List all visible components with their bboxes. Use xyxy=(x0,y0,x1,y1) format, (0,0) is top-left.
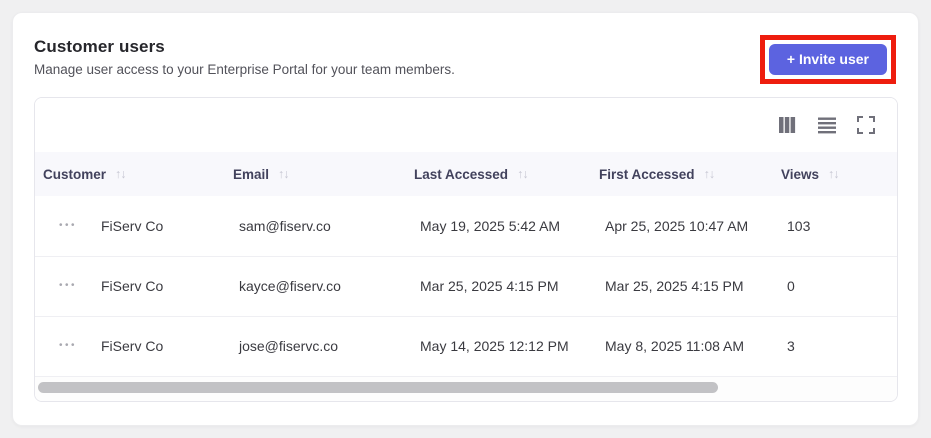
views-cell: 103 xyxy=(773,196,897,257)
sort-icon[interactable]: ↑↓ xyxy=(704,167,715,181)
last-accessed-cell: Mar 25, 2025 4:15 PM xyxy=(406,256,591,317)
email-cell: sam@fiserv.co xyxy=(225,196,406,257)
customer-users-table: Customer ↑↓ Email ↑↓ Last Accessed ↑↓ First… xyxy=(35,152,897,377)
row-density-icon[interactable] xyxy=(815,114,839,136)
views-cell: 3 xyxy=(773,316,897,377)
first-accessed-cell: May 8, 2025 11:08 AM xyxy=(591,316,773,377)
column-label: Customer xyxy=(43,166,107,182)
card-header: Customer users Manage user access to you… xyxy=(34,35,898,84)
annotation-highlight-box: + Invite user xyxy=(759,35,896,84)
column-label: Last Accessed xyxy=(414,166,509,182)
sort-icon[interactable]: ↑↓ xyxy=(278,167,289,181)
table-body: ••• FiServ Co sam@fiserv.co May 19, 2025… xyxy=(35,196,897,377)
users-table-panel: Customer ↑↓ Email ↑↓ Last Accessed ↑↓ First… xyxy=(34,97,898,402)
last-accessed-cell: May 19, 2025 5:42 AM xyxy=(406,196,591,257)
page-title: Customer users xyxy=(34,37,165,56)
sort-icon[interactable]: ↑↓ xyxy=(517,167,528,181)
column-header-email[interactable]: Email ↑↓ xyxy=(225,152,406,196)
column-label: First Accessed xyxy=(599,166,695,182)
title-block: Customer users Manage user access to you… xyxy=(34,37,455,77)
columns-icon[interactable] xyxy=(775,114,799,136)
email-cell: kayce@fiserv.co xyxy=(225,256,406,317)
customer-cell: ••• FiServ Co xyxy=(35,316,225,377)
row-menu-icon[interactable]: ••• xyxy=(59,281,85,291)
table-row[interactable]: ••• FiServ Co sam@fiserv.co May 19, 2025… xyxy=(35,196,897,257)
column-header-customer[interactable]: Customer ↑↓ xyxy=(35,152,225,196)
customer-cell: ••• FiServ Co xyxy=(35,196,225,257)
fullscreen-icon[interactable] xyxy=(855,114,877,136)
customer-name: FiServ Co xyxy=(101,278,164,294)
table-header-row: Customer ↑↓ Email ↑↓ Last Accessed ↑↓ First… xyxy=(35,152,897,196)
first-accessed-cell: Mar 25, 2025 4:15 PM xyxy=(591,256,773,317)
email-cell: jose@fiservc.co xyxy=(225,316,406,377)
invite-user-button[interactable]: + Invite user xyxy=(768,44,887,75)
sort-icon[interactable]: ↑↓ xyxy=(828,167,839,181)
sort-icon[interactable]: ↑↓ xyxy=(115,167,126,181)
table-toolbar xyxy=(35,98,897,152)
customer-name: FiServ Co xyxy=(101,217,164,234)
customer-name: FiServ Co xyxy=(101,338,164,354)
views-cell: 0 xyxy=(773,256,897,317)
column-header-last-accessed[interactable]: Last Accessed ↑↓ xyxy=(406,152,591,196)
customer-users-card: Customer users Manage user access to you… xyxy=(12,12,919,426)
row-menu-icon[interactable]: ••• xyxy=(59,341,85,351)
scrollbar-thumb[interactable] xyxy=(38,381,718,393)
column-label: Email xyxy=(233,166,270,182)
row-menu-icon[interactable]: ••• xyxy=(59,220,85,231)
customer-cell: ••• FiServ Co xyxy=(35,256,225,317)
column-header-first-accessed[interactable]: First Accessed ↑↓ xyxy=(591,152,773,196)
table-row[interactable]: ••• FiServ Co kayce@fiserv.co Mar 25, 20… xyxy=(35,256,897,317)
column-header-views[interactable]: Views ↑↓ xyxy=(773,152,897,196)
table-row[interactable]: ••• FiServ Co jose@fiservc.co May 14, 20… xyxy=(35,316,897,377)
last-accessed-cell: May 14, 2025 12:12 PM xyxy=(406,316,591,377)
column-label: Views xyxy=(781,166,820,182)
horizontal-scrollbar[interactable] xyxy=(35,376,897,401)
page-subtitle: Manage user access to your Enterprise Po… xyxy=(34,62,455,77)
first-accessed-cell: Apr 25, 2025 10:47 AM xyxy=(591,196,773,257)
